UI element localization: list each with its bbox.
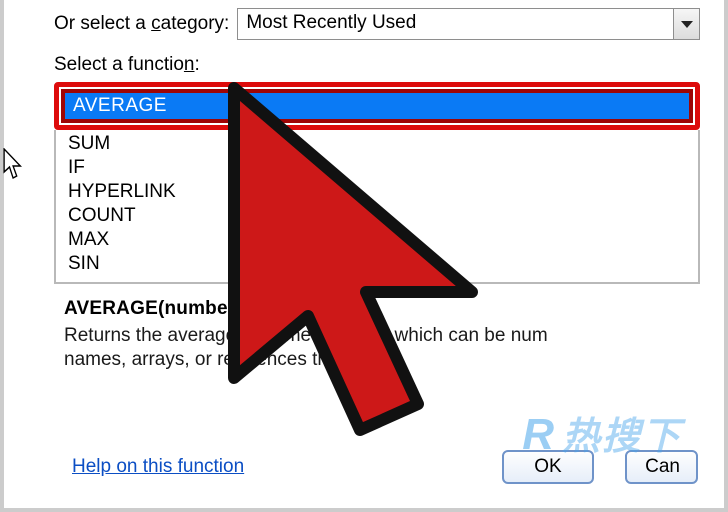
category-row: Or select a category: Most Recently Used xyxy=(28,2,712,50)
category-dropdown-button[interactable] xyxy=(673,9,699,39)
function-item[interactable]: SUM xyxy=(66,132,690,156)
function-item[interactable]: SIN xyxy=(66,252,690,276)
function-description-text: Returns the average (arithmet uments, wh… xyxy=(64,324,690,373)
function-item[interactable]: MAX xyxy=(66,228,690,252)
function-listbox-highlight: AVERAGE xyxy=(54,82,700,130)
function-description: AVERAGE(number1,numb Returns the average… xyxy=(54,290,700,381)
category-hotkey: c xyxy=(151,13,161,34)
function-listbox[interactable]: SUM IF HYPERLINK COUNT MAX SIN xyxy=(54,130,700,284)
category-label: Or select a category: xyxy=(54,13,229,35)
category-label-pre: Or select a xyxy=(54,13,151,34)
cancel-button-label: Can xyxy=(645,456,680,478)
category-dropdown-value: Most Recently Used xyxy=(238,9,673,39)
select-fn-label-post: : xyxy=(195,54,200,75)
function-item[interactable]: COUNT xyxy=(66,204,690,228)
ok-button[interactable]: OK xyxy=(502,450,594,484)
select-fn-hotkey: n xyxy=(184,54,195,75)
dialog-body: Or select a category: Most Recently Used… xyxy=(28,2,712,506)
category-dropdown[interactable]: Most Recently Used xyxy=(237,8,700,40)
ok-button-label: OK xyxy=(534,456,561,478)
cursor-icon xyxy=(3,148,25,188)
dialog-frame: Or select a category: Most Recently Used… xyxy=(0,0,728,512)
help-link[interactable]: Help on this function xyxy=(72,456,244,478)
function-signature: AVERAGE(number1,numb xyxy=(64,298,690,320)
cancel-button[interactable]: Can xyxy=(625,450,698,484)
function-item-selected[interactable]: AVERAGE xyxy=(65,93,689,119)
function-listbox-highlight-inner: AVERAGE xyxy=(61,89,693,123)
select-fn-label-pre: Select a functio xyxy=(54,54,184,75)
chevron-down-icon xyxy=(681,21,693,28)
category-label-post: ategory: xyxy=(161,13,230,34)
select-function-label: Select a function: xyxy=(28,50,712,82)
function-item[interactable]: HYPERLINK xyxy=(66,180,690,204)
function-item[interactable]: IF xyxy=(66,156,690,180)
